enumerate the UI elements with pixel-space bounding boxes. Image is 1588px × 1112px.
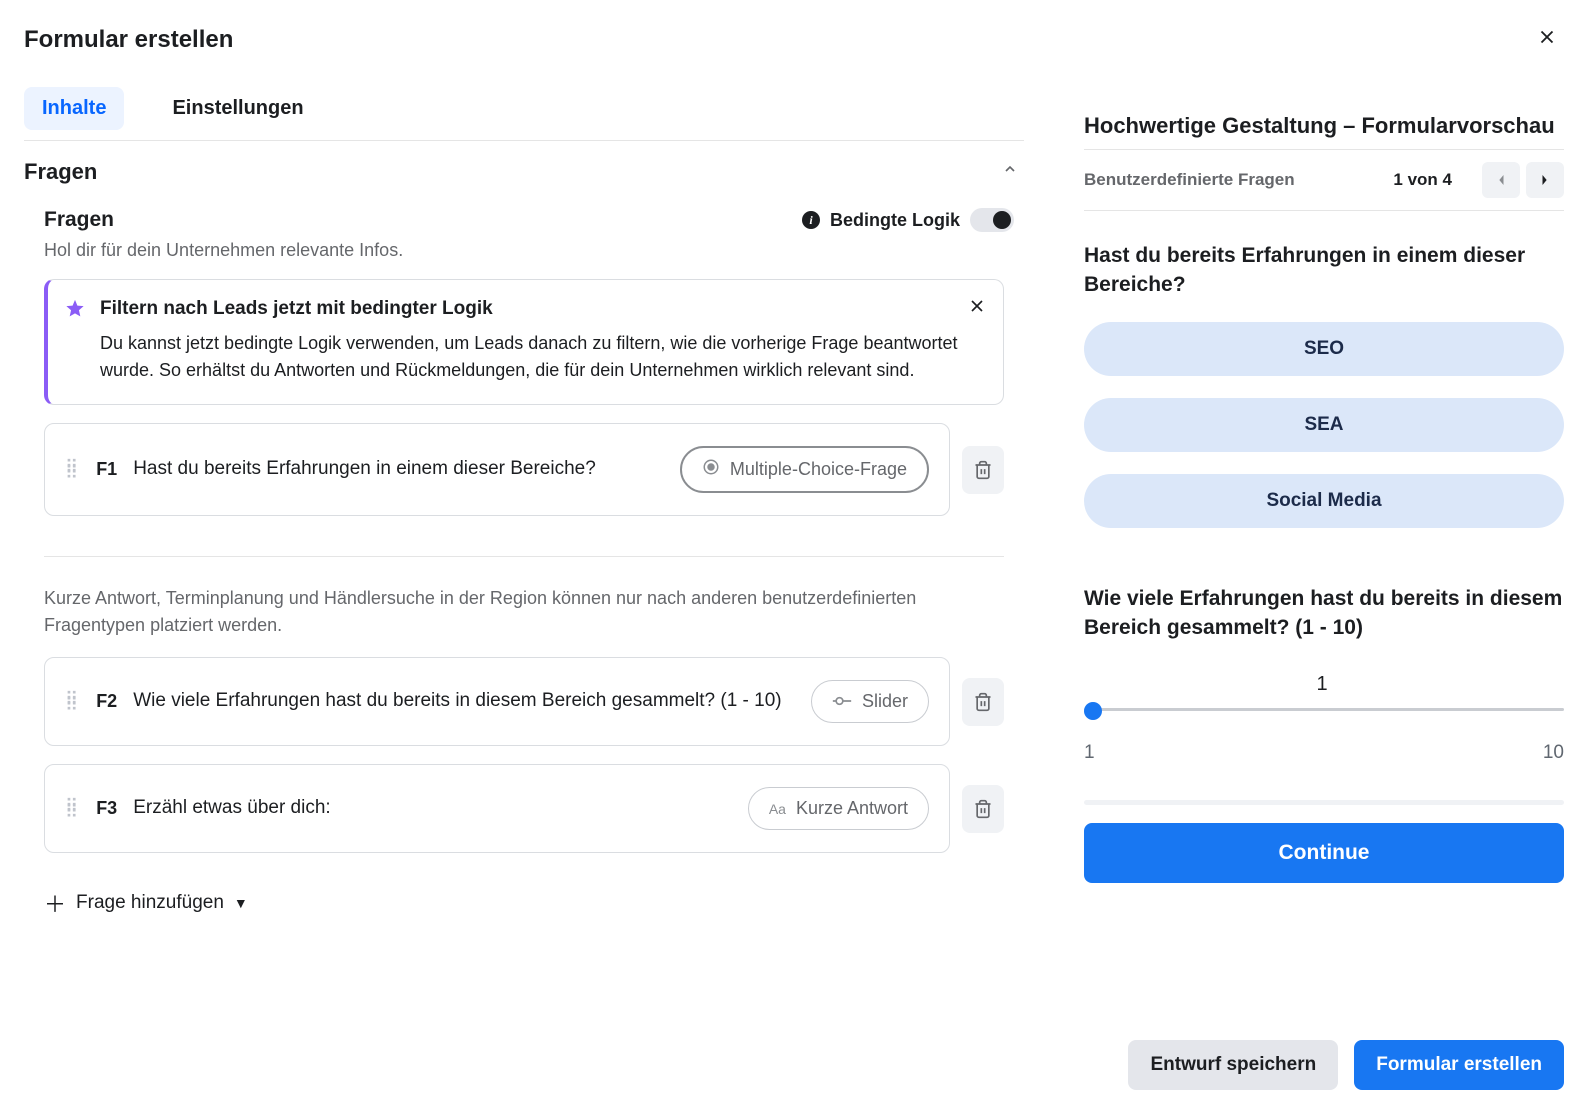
info-icon[interactable]: i: [802, 211, 820, 229]
tab-contents[interactable]: Inhalte: [24, 87, 124, 130]
delete-question-button[interactable]: [962, 785, 1004, 833]
chevron-left-icon: [1496, 173, 1506, 187]
pager-info: 1 von 4: [1393, 170, 1452, 190]
question-type-label: Kurze Antwort: [796, 798, 908, 819]
question-type-label: Multiple-Choice-Frage: [730, 459, 907, 480]
question-text: Wie viele Erfahrungen hast du bereits in…: [133, 688, 795, 715]
conditional-logic-banner: Filtern nach Leads jetzt mit bedingter L…: [44, 279, 1004, 405]
preview-question-2: Wie viele Erfahrungen hast du bereits in…: [1084, 584, 1564, 643]
banner-body: Du kannst jetzt bedingte Logik verwenden…: [100, 330, 985, 384]
preview-option[interactable]: Social Media: [1084, 474, 1564, 528]
save-draft-button[interactable]: Entwurf speichern: [1128, 1040, 1338, 1090]
chevron-up-icon: [1002, 161, 1018, 177]
subsection-desc: Hol dir für dein Unternehmen relevante I…: [44, 240, 403, 261]
pager-next-button[interactable]: [1526, 162, 1564, 198]
question-row[interactable]: ⠿⠿ F1 Hast du bereits Erfahrungen in ein…: [44, 423, 950, 516]
slider-max: 10: [1543, 742, 1564, 764]
slider-icon: [832, 691, 852, 712]
preview-option[interactable]: SEA: [1084, 398, 1564, 452]
continue-button[interactable]: Continue: [1084, 823, 1564, 883]
add-question-label: Frage hinzufügen: [76, 892, 224, 914]
slider-value: 1: [1316, 673, 1327, 696]
collapse-button[interactable]: [996, 155, 1024, 188]
text-icon: Aa: [769, 801, 786, 817]
banner-close-button[interactable]: [967, 296, 987, 321]
question-number: F1: [96, 459, 117, 480]
slider-min: 1: [1084, 742, 1095, 764]
question-row[interactable]: ⠿⠿ F3 Erzähl etwas über dich: Aa Kurze A…: [44, 764, 950, 853]
close-icon: [1536, 26, 1558, 48]
preview-slider[interactable]: [1084, 702, 1564, 718]
question-type-pill[interactable]: Aa Kurze Antwort: [748, 787, 929, 830]
ordering-note: Kurze Antwort, Terminplanung und Händler…: [44, 585, 1004, 639]
drag-handle-icon[interactable]: ⠿⠿: [65, 696, 80, 708]
subsection-title: Fragen: [44, 208, 403, 232]
question-number: F2: [96, 691, 117, 712]
preview-option[interactable]: SEO: [1084, 322, 1564, 376]
question-text: Hast du bereits Erfahrungen in einem die…: [133, 456, 664, 483]
delete-question-button[interactable]: [962, 678, 1004, 726]
page-title: Formular erstellen: [24, 26, 233, 54]
drag-handle-icon[interactable]: ⠿⠿: [65, 464, 80, 476]
drag-handle-icon[interactable]: ⠿⠿: [65, 803, 80, 815]
preview-question-1: Hast du bereits Erfahrungen in einem die…: [1084, 241, 1564, 300]
close-button[interactable]: [1530, 20, 1564, 59]
chevron-right-icon: [1540, 173, 1550, 187]
question-number: F3: [96, 798, 117, 819]
preview-title: Hochwertige Gestaltung – Formularvorscha…: [1084, 113, 1564, 150]
question-type-label: Slider: [862, 691, 908, 712]
question-row[interactable]: ⠿⠿ F2 Wie viele Erfahrungen hast du bere…: [44, 657, 950, 746]
radio-icon: [702, 458, 720, 481]
trash-icon: [973, 799, 993, 819]
section-title: Fragen: [24, 159, 97, 185]
add-question-button[interactable]: ＋ Frage hinzufügen ▼: [44, 881, 1004, 925]
question-text: Erzähl etwas über dich:: [133, 795, 732, 822]
slider-thumb[interactable]: [1084, 702, 1102, 720]
progress-placeholder: [1084, 800, 1564, 805]
question-type-pill[interactable]: Slider: [811, 680, 929, 723]
trash-icon: [973, 460, 993, 480]
conditional-logic-toggle[interactable]: [970, 208, 1014, 232]
banner-title: Filtern nach Leads jetzt mit bedingter L…: [100, 298, 985, 320]
question-type-pill[interactable]: Multiple-Choice-Frage: [680, 446, 929, 493]
create-form-button[interactable]: Formular erstellen: [1354, 1040, 1564, 1090]
chevron-down-icon: ▼: [234, 895, 248, 911]
trash-icon: [973, 692, 993, 712]
pager-prev-button[interactable]: [1482, 162, 1520, 198]
close-icon: [967, 296, 987, 316]
conditional-logic-label: Bedingte Logik: [830, 210, 960, 231]
pager-label: Benutzerdefinierte Fragen: [1084, 170, 1295, 190]
tab-settings[interactable]: Einstellungen: [154, 87, 321, 130]
plus-icon: ＋: [44, 887, 66, 919]
delete-question-button[interactable]: [962, 446, 1004, 494]
star-icon: [64, 298, 86, 325]
